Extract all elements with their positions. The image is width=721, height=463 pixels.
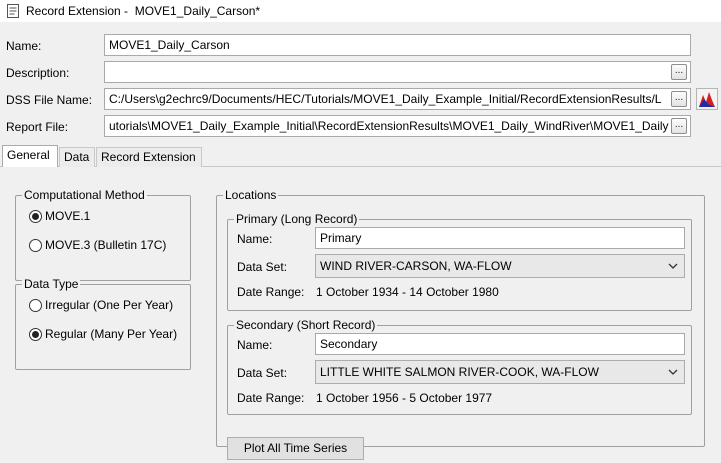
name-field[interactable]: MOVE1_Daily_Carson	[104, 34, 691, 56]
move1-label[interactable]: MOVE.1	[45, 209, 90, 223]
primary-dataset-value: WIND RIVER-CARSON, WA-FLOW	[320, 259, 512, 273]
locations-group: Locations Primary (Long Record) Name: Pr…	[216, 188, 705, 460]
dialog-body: Name: MOVE1_Daily_Carson Description: ..…	[0, 22, 721, 463]
dss-browse-button[interactable]: ...	[671, 91, 687, 107]
computational-method-group: Computational Method MOVE.1 MOVE.3 (Bull…	[15, 188, 191, 281]
dss-file-label: DSS File Name:	[6, 93, 93, 107]
primary-date-range-value: 1 October 1934 - 14 October 1980	[316, 285, 499, 299]
chevron-down-icon	[668, 263, 678, 269]
move1-radio[interactable]	[29, 210, 42, 223]
dss-file-field[interactable]: C:/Users\g2echrc9/Documents/HEC/Tutorial…	[104, 88, 691, 110]
report-file-field[interactable]: utorials\MOVE1_Daily_Example_Initial\Rec…	[104, 115, 691, 137]
report-browse-button[interactable]: ...	[671, 118, 687, 134]
primary-title: Primary (Long Record)	[234, 212, 360, 226]
data-type-group: Data Type Irregular (One Per Year) Regul…	[15, 277, 191, 370]
report-file-label: Report File:	[6, 120, 69, 134]
tab-record-extension[interactable]: Record Extension	[96, 147, 202, 167]
description-label: Description:	[6, 66, 70, 80]
primary-dataset-label: Data Set:	[237, 260, 288, 274]
description-field[interactable]	[104, 61, 691, 83]
irregular-label[interactable]: Irregular (One Per Year)	[45, 298, 173, 312]
primary-dataset-select[interactable]: WIND RIVER-CARSON, WA-FLOW	[315, 254, 685, 278]
chevron-down-icon	[668, 369, 678, 375]
title-bar: Record Extension - MOVE1_Daily_Carson*	[0, 0, 721, 22]
tab-general[interactable]: General	[2, 145, 58, 167]
name-label: Name:	[6, 39, 42, 53]
primary-name-field[interactable]: Primary	[315, 227, 685, 249]
secondary-date-range-label: Date Range:	[237, 391, 305, 405]
computational-method-title: Computational Method	[22, 188, 147, 202]
secondary-date-range-value: 1 October 1956 - 5 October 1977	[316, 391, 493, 405]
secondary-dataset-select[interactable]: LITTLE WHITE SALMON RIVER-COOK, WA-FLOW	[315, 360, 685, 384]
secondary-dataset-label: Data Set:	[237, 366, 288, 380]
secondary-title: Secondary (Short Record)	[234, 318, 378, 332]
irregular-radio[interactable]	[29, 299, 42, 312]
secondary-name-field[interactable]: Secondary	[315, 333, 685, 355]
primary-date-range-label: Date Range:	[237, 285, 305, 299]
document-icon	[7, 4, 19, 18]
locations-title: Locations	[223, 188, 279, 202]
secondary-location-group: Secondary (Short Record) Name: Secondary…	[227, 318, 692, 415]
move3-radio[interactable]	[29, 239, 42, 252]
move3-label[interactable]: MOVE.3 (Bulletin 17C)	[45, 238, 166, 252]
primary-location-group: Primary (Long Record) Name: Primary Data…	[227, 212, 692, 311]
regular-label[interactable]: Regular (Many Per Year)	[45, 327, 177, 341]
window-title: Record Extension - MOVE1_Daily_Carson*	[26, 4, 261, 18]
secondary-name-label: Name:	[237, 338, 273, 352]
secondary-dataset-value: LITTLE WHITE SALMON RIVER-COOK, WA-FLOW	[320, 365, 599, 379]
tab-data[interactable]: Data	[59, 147, 95, 167]
chart-icon[interactable]	[696, 88, 718, 110]
regular-radio[interactable]	[29, 328, 42, 341]
description-browse-button[interactable]: ...	[671, 64, 687, 80]
data-type-title: Data Type	[22, 277, 81, 291]
plot-all-time-series-button[interactable]: Plot All Time Series	[227, 437, 364, 460]
primary-name-label: Name:	[237, 232, 273, 246]
